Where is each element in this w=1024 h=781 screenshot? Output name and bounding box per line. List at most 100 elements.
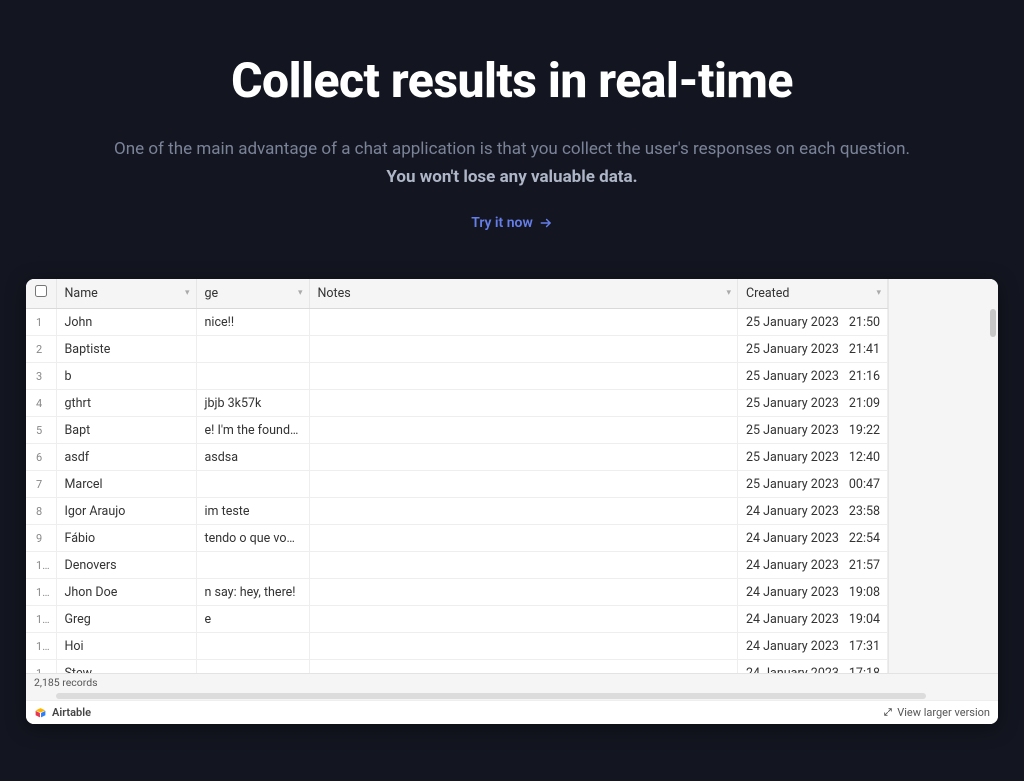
cell-name[interactable]: Baptiste [56,336,196,363]
cell-created[interactable]: 25 January 202321:50 [738,309,888,336]
cell-notes[interactable] [309,417,738,444]
cell-message[interactable]: nice!! [196,309,309,336]
table-row[interactable]: 6asdfasdsa 25 January 202312:40 [26,444,888,471]
table-row[interactable]: 4gthrtjbjb 3k57k 25 January 202321:09 [26,390,888,417]
header-notes[interactable]: Notes▾ [309,279,738,309]
cell-name[interactable]: Igor Araujo [56,498,196,525]
cell-message[interactable] [196,471,309,498]
cell-created[interactable]: 25 January 202321:09 [738,390,888,417]
table-row[interactable]: 10Denovers24 January 202321:57 [26,552,888,579]
cell-notes[interactable] [309,336,738,363]
cell-name[interactable]: Denovers [56,552,196,579]
cell-created[interactable]: 24 January 202321:57 [738,552,888,579]
cell-created[interactable]: 24 January 202319:04 [738,606,888,633]
cell-message[interactable]: jbjb 3k57k [196,390,309,417]
header-message[interactable]: ge▾ [196,279,309,309]
cell-notes[interactable] [309,606,738,633]
view-larger-link[interactable]: View larger version [883,706,990,719]
table-row[interactable]: 8Igor Araujoim teste24 January 202323:58 [26,498,888,525]
row-index: 4 [26,390,56,417]
table-row[interactable]: 2Baptiste25 January 202321:41 [26,336,888,363]
cell-message[interactable] [196,552,309,579]
table-row[interactable]: 7Marcel25 January 202300:47 [26,471,888,498]
cell-created[interactable]: 24 January 202319:08 [738,579,888,606]
airtable-logo-icon [34,706,47,719]
row-index: 9 [26,525,56,552]
cell-name[interactable]: John [56,309,196,336]
cell-notes[interactable] [309,498,738,525]
cell-message[interactable] [196,363,309,390]
cell-message[interactable]: tendo o que você t... [196,525,309,552]
chevron-down-icon: ▾ [185,288,190,298]
cell-message[interactable] [196,336,309,363]
expand-icon [883,707,893,717]
row-index: 6 [26,444,56,471]
table-row[interactable]: 12Grege 24 January 202319:04 [26,606,888,633]
chevron-down-icon: ▾ [298,288,303,298]
cell-created[interactable]: 24 January 202317:31 [738,633,888,660]
table-row[interactable]: 5Bapte! I'm the founder ...25 January 20… [26,417,888,444]
cell-name[interactable]: Fábio [56,525,196,552]
row-index: 1 [26,309,56,336]
cell-name[interactable]: Jhon Doe [56,579,196,606]
cell-name[interactable]: asdf [56,444,196,471]
cell-notes[interactable] [309,390,738,417]
embed-brand-bar: Airtable View larger version [26,700,998,724]
cell-created[interactable]: 25 January 202321:41 [738,336,888,363]
header-name[interactable]: Name▾ [56,279,196,309]
cell-name[interactable]: Marcel [56,471,196,498]
vertical-scrollbar[interactable] [990,309,996,337]
airtable-embed: Name▾ ge▾ Notes▾ Created▾ 1Johnnice!! 25 … [26,279,998,724]
table-row[interactable]: 3b 25 January 202321:16 [26,363,888,390]
cell-notes[interactable] [309,363,738,390]
header-row: Name▾ ge▾ Notes▾ Created▾ [26,279,888,309]
cell-created[interactable]: 24 January 202322:54 [738,525,888,552]
chevron-down-icon: ▾ [876,288,881,298]
cell-name[interactable]: gthrt [56,390,196,417]
cell-notes[interactable] [309,552,738,579]
select-all-checkbox[interactable] [35,285,47,297]
cell-created[interactable]: 25 January 202300:47 [738,471,888,498]
table-row[interactable]: 11Jhon Doen say: hey, there!24 January 2… [26,579,888,606]
cell-created[interactable]: 24 January 202317:18 [738,660,888,673]
cell-notes[interactable] [309,579,738,606]
cell-notes[interactable] [309,444,738,471]
cell-created[interactable]: 25 January 202321:16 [738,363,888,390]
cell-notes[interactable] [309,633,738,660]
table-row[interactable]: 14Stew 24 January 202317:18 [26,660,888,673]
table-row[interactable]: 13Hoi 24 January 202317:31 [26,633,888,660]
cell-name[interactable]: Hoi [56,633,196,660]
cell-notes[interactable] [309,525,738,552]
cell-created[interactable]: 24 January 202323:58 [738,498,888,525]
row-index: 12 [26,606,56,633]
header-checkbox[interactable] [26,279,56,309]
cell-message[interactable]: asdsa [196,444,309,471]
hero-title: Collect results in real-time [0,52,1024,109]
cell-name[interactable]: Bapt [56,417,196,444]
horizontal-scrollbar-track[interactable] [26,692,998,700]
cell-message[interactable]: im teste [196,498,309,525]
table-row[interactable]: 9Fábiotendo o que você t... 24 January 20… [26,525,888,552]
cell-created[interactable]: 25 January 202319:22 [738,417,888,444]
cell-name[interactable]: Greg [56,606,196,633]
row-index: 13 [26,633,56,660]
horizontal-scrollbar-thumb[interactable] [56,693,926,699]
cell-notes[interactable] [309,660,738,673]
cell-message[interactable]: n say: hey, there! [196,579,309,606]
results-table: Name▾ ge▾ Notes▾ Created▾ 1Johnnice!! 25 … [26,279,888,673]
hero-section: Collect results in real-time One of the … [0,0,1024,231]
cell-notes[interactable] [309,309,738,336]
cell-message[interactable]: e! I'm the founder ... [196,417,309,444]
try-it-now-link[interactable]: Try it now [471,215,553,231]
cell-name[interactable]: Stew [56,660,196,673]
table-row[interactable]: 1Johnnice!! 25 January 202321:50 [26,309,888,336]
cell-message[interactable] [196,633,309,660]
cell-message[interactable]: e [196,606,309,633]
cell-notes[interactable] [309,471,738,498]
header-created[interactable]: Created▾ [738,279,888,309]
cell-name[interactable]: b [56,363,196,390]
row-index: 3 [26,363,56,390]
row-index: 14 [26,660,56,673]
cell-created[interactable]: 25 January 202312:40 [738,444,888,471]
cell-message[interactable] [196,660,309,673]
